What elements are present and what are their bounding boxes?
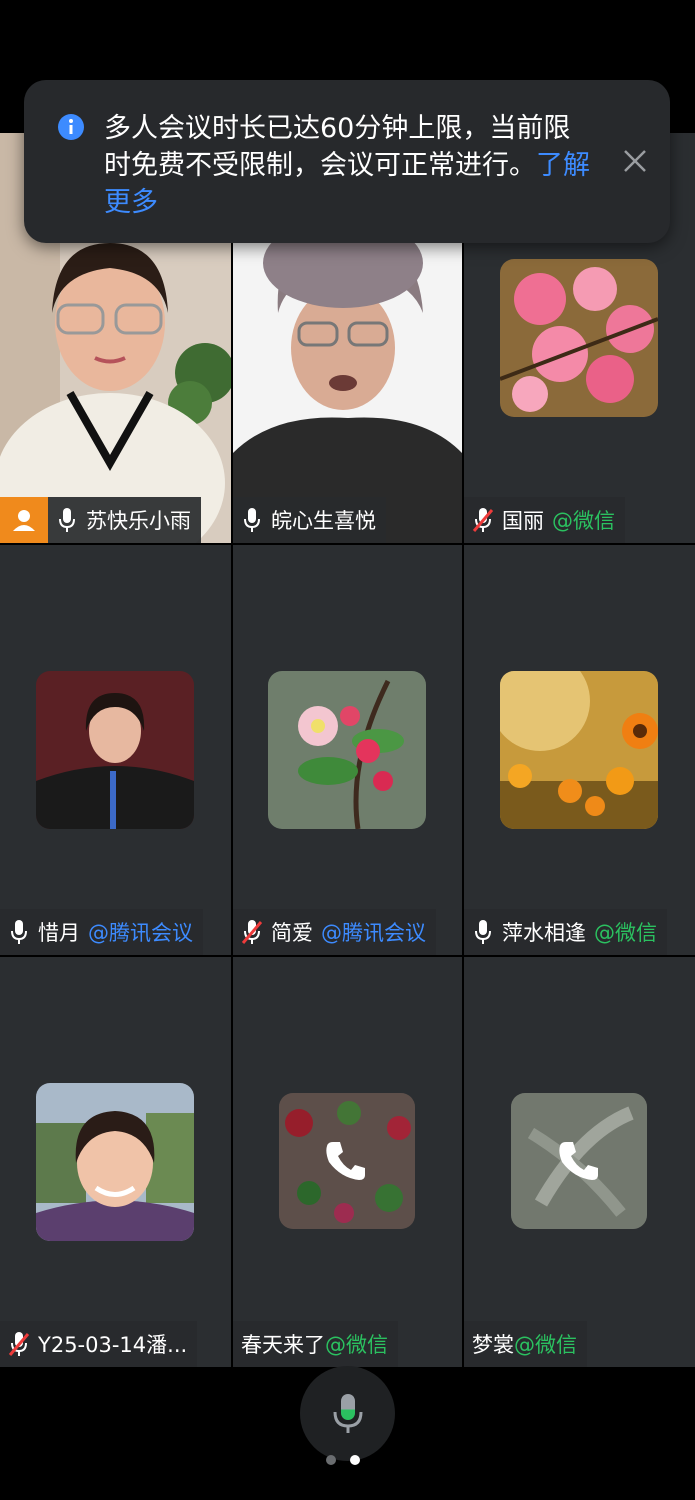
close-icon[interactable] <box>622 148 648 178</box>
mic-muted-icon <box>0 1321 38 1367</box>
name-bar-3: 国丽 @微信 <box>464 497 625 543</box>
participant-avatar <box>36 1083 194 1241</box>
microphone-icon <box>333 1393 362 1433</box>
info-icon <box>57 113 85 145</box>
participant-avatar <box>500 671 658 829</box>
name-bar-7: Y25-03-14潘... <box>0 1321 198 1367</box>
participant-source: @腾讯会议 <box>88 921 193 945</box>
participant-tile-7[interactable]: Y25-03-14潘... <box>0 957 231 1367</box>
microphone-button[interactable] <box>300 1366 395 1461</box>
phone-icon <box>556 1138 602 1188</box>
participant-grid: 苏快乐小雨 皖心生喜悦 国丽 @微信 惜月 @腾讯会议 简爱 @腾讯会议 萍水相… <box>0 133 695 1367</box>
participant-source: @微信 <box>594 921 657 945</box>
toast-message-wrap: 多人会议时长已达60分钟上限，当前限时免费不受限制，会议可正常进行。了解更多 <box>104 110 594 221</box>
toast-message: 多人会议时长已达60分钟上限，当前限时免费不受限制，会议可正常进行。 <box>104 113 571 181</box>
participant-avatar <box>500 259 658 417</box>
name-bar-2: 皖心生喜悦 <box>233 497 386 543</box>
participant-avatar <box>36 671 194 829</box>
participant-tile-4[interactable]: 惜月 @腾讯会议 <box>0 545 231 955</box>
host-icon <box>0 497 48 543</box>
participant-source: @微信 <box>552 509 615 533</box>
participant-name: 春天来了 <box>241 1333 325 1357</box>
name-bar-1: 苏快乐小雨 <box>0 497 201 543</box>
mic-muted-icon <box>233 909 271 955</box>
name-bar-6: 萍水相逢 @微信 <box>464 909 667 955</box>
mic-on-icon <box>464 909 502 955</box>
name-bar-5: 简爱 @腾讯会议 <box>233 909 436 955</box>
participant-avatar <box>268 671 426 829</box>
participant-name: 简爱 <box>271 921 313 945</box>
participant-source: @腾讯会议 <box>321 921 426 945</box>
participant-name: 萍水相逢 <box>502 921 586 945</box>
name-bar-8: 春天来了 @微信 <box>233 1321 398 1367</box>
mic-on-icon <box>48 497 86 543</box>
page-dot-2[interactable] <box>350 1455 360 1465</box>
participant-name: 梦裳 <box>472 1333 514 1357</box>
mic-on-icon <box>0 909 38 955</box>
participant-name: 皖心生喜悦 <box>271 509 376 533</box>
participant-tile-8[interactable]: 春天来了 @微信 <box>233 957 462 1367</box>
name-bar-4: 惜月 @腾讯会议 <box>0 909 203 955</box>
participant-name: Y25-03-14潘... <box>38 1333 188 1357</box>
participant-tile-6[interactable]: 萍水相逢 @微信 <box>464 545 695 955</box>
page-indicator[interactable] <box>326 1455 360 1465</box>
participant-source: @微信 <box>325 1333 388 1357</box>
name-bar-9: 梦裳 @微信 <box>464 1321 587 1367</box>
participant-name: 苏快乐小雨 <box>86 509 191 533</box>
page-dot-1[interactable] <box>326 1455 336 1465</box>
phone-icon <box>323 1138 369 1188</box>
participant-tile-5[interactable]: 简爱 @腾讯会议 <box>233 545 462 955</box>
mic-muted-icon <box>464 497 502 543</box>
mic-on-icon <box>233 497 271 543</box>
participant-source: @微信 <box>514 1333 577 1357</box>
participant-name: 国丽 <box>502 509 544 533</box>
participant-name: 惜月 <box>38 921 80 945</box>
participant-tile-9[interactable]: 梦裳 @微信 <box>464 957 695 1367</box>
